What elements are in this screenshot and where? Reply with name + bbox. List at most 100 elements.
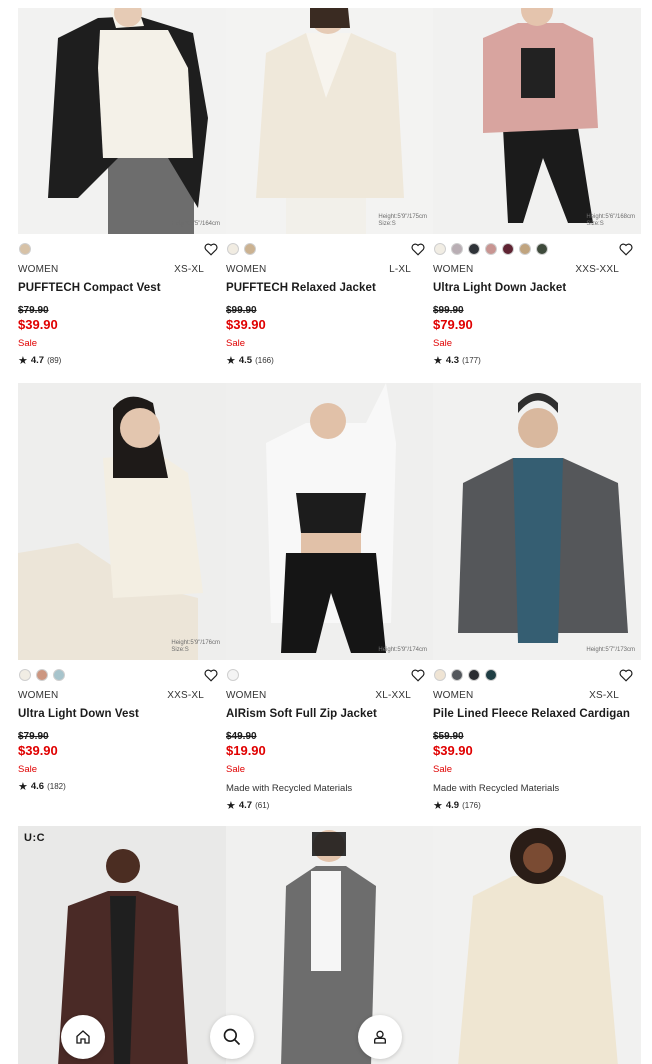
color-swatches <box>433 242 641 256</box>
gender-label: WOMEN <box>18 690 59 701</box>
color-swatch[interactable] <box>227 243 239 255</box>
product-grid-row-2: Height:5'9"/176cm Size:S WOMEN XXS-XL Ultr… <box>18 383 641 826</box>
sale-price: $19.90 <box>226 743 266 758</box>
star-icon: ★ <box>433 800 443 812</box>
product-name[interactable]: PUFFTECH Relaxed Jacket <box>226 282 433 294</box>
star-icon: ★ <box>226 800 236 812</box>
product-image[interactable] <box>226 826 433 1064</box>
color-swatches <box>226 242 433 256</box>
search-button[interactable] <box>210 1015 254 1059</box>
gender-label: WOMEN <box>18 264 59 275</box>
rating: ★ 4.6 (182) <box>18 781 66 793</box>
uc-badge: U:C <box>24 832 46 844</box>
product-card[interactable]: U:C <box>18 826 226 1064</box>
rating: ★ 4.9 (176) <box>433 800 481 812</box>
original-price: $79.90 <box>18 305 49 316</box>
favorite-heart-icon[interactable] <box>204 243 218 256</box>
sale-label: Sale <box>18 764 38 775</box>
gender-label: WOMEN <box>226 690 267 701</box>
product-grid-row-3: U:C <box>18 826 641 1064</box>
product-card[interactable] <box>226 826 433 1064</box>
color-swatch[interactable] <box>485 669 497 681</box>
color-swatches <box>226 668 433 682</box>
color-swatch[interactable] <box>536 243 548 255</box>
sale-label: Sale <box>433 338 453 349</box>
favorite-heart-icon[interactable] <box>204 669 218 682</box>
search-icon <box>223 1028 241 1046</box>
product-image[interactable]: Height:5'9"/175cm Size:S <box>226 8 433 234</box>
star-icon: ★ <box>226 355 236 367</box>
color-swatch[interactable] <box>19 243 31 255</box>
sale-price: $39.90 <box>226 317 266 332</box>
color-swatch[interactable] <box>451 243 463 255</box>
product-card[interactable]: Height:5'7"/173cm WOMEN XS-XL Pile Lined … <box>433 383 641 826</box>
user-icon <box>374 1030 386 1044</box>
color-swatch[interactable] <box>19 669 31 681</box>
product-name[interactable]: AIRism Soft Full Zip Jacket <box>226 708 433 720</box>
account-button[interactable] <box>358 1015 402 1059</box>
product-image[interactable]: Height:5'7"/173cm <box>433 383 641 660</box>
original-price: $99.90 <box>226 305 257 316</box>
favorite-heart-icon[interactable] <box>411 669 425 682</box>
home-button[interactable] <box>61 1015 105 1059</box>
size-range: XXS-XL <box>167 690 204 701</box>
product-name[interactable]: Ultra Light Down Vest <box>18 708 226 720</box>
color-swatch[interactable] <box>227 669 239 681</box>
color-swatch[interactable] <box>468 669 480 681</box>
size-range: XS-XL <box>174 264 204 275</box>
size-range: XS-XL <box>589 690 619 701</box>
product-grid-row-1: Height:5'5"/164cm WOMEN XS-XL PUFFTECH Co… <box>18 8 641 383</box>
home-icon <box>76 1030 90 1044</box>
color-swatch[interactable] <box>502 243 514 255</box>
star-icon: ★ <box>433 355 443 367</box>
favorite-heart-icon[interactable] <box>619 669 633 682</box>
product-image[interactable]: Height:5'9"/176cm Size:S <box>18 383 226 660</box>
star-icon: ★ <box>18 781 28 793</box>
size-range: XL-XXL <box>375 690 411 701</box>
product-image[interactable] <box>433 826 641 1064</box>
product-image[interactable]: U:C <box>18 826 226 1064</box>
model-info: Height:5'5"/164cm <box>171 221 220 227</box>
gender-label: WOMEN <box>433 690 474 701</box>
sale-price: $39.90 <box>433 743 473 758</box>
product-card[interactable]: Height:5'9"/175cm Size:S WOMEN L-XL PUFFTE… <box>226 8 433 383</box>
recycled-materials-note: Made with Recycled Materials <box>433 783 560 794</box>
size-range: L-XL <box>389 264 411 275</box>
color-swatch[interactable] <box>244 243 256 255</box>
color-swatches <box>433 668 641 682</box>
color-swatch[interactable] <box>434 669 446 681</box>
product-card[interactable]: Height:5'9"/174cm WOMEN XL-XXL AIRism Sof… <box>226 383 433 826</box>
product-card[interactable]: Height:5'6"/168cm Size:S WOMEN XXS-XXL Ult… <box>433 8 641 383</box>
recycled-materials-note: Made with Recycled Materials <box>226 783 353 794</box>
product-name[interactable]: PUFFTECH Compact Vest <box>18 282 226 294</box>
product-image[interactable]: Height:5'5"/164cm <box>18 8 226 234</box>
product-name[interactable]: Pile Lined Fleece Relaxed Cardigan <box>433 708 641 720</box>
product-image[interactable]: Height:5'9"/174cm <box>226 383 433 660</box>
rating: ★ 4.7 (61) <box>226 800 270 812</box>
color-swatch[interactable] <box>485 243 497 255</box>
original-price: $99.90 <box>433 305 464 316</box>
product-card[interactable] <box>433 826 641 1064</box>
product-name[interactable]: Ultra Light Down Jacket <box>433 282 641 294</box>
color-swatches <box>18 242 226 256</box>
color-swatch[interactable] <box>53 669 65 681</box>
product-card[interactable]: Height:5'5"/164cm WOMEN XS-XL PUFFTECH Co… <box>18 8 226 383</box>
sale-label: Sale <box>226 764 246 775</box>
sale-label: Sale <box>226 338 246 349</box>
sale-label: Sale <box>18 338 38 349</box>
color-swatch[interactable] <box>468 243 480 255</box>
model-info: Height:5'9"/175cm Size:S <box>378 214 427 227</box>
favorite-heart-icon[interactable] <box>411 243 425 256</box>
size-range: XXS-XXL <box>575 264 619 275</box>
sale-label: Sale <box>433 764 453 775</box>
color-swatch[interactable] <box>434 243 446 255</box>
model-info: Height:5'6"/168cm Size:S <box>586 214 635 227</box>
original-price: $59.90 <box>433 731 464 742</box>
color-swatch[interactable] <box>36 669 48 681</box>
original-price: $79.90 <box>18 731 49 742</box>
color-swatch[interactable] <box>451 669 463 681</box>
color-swatch[interactable] <box>519 243 531 255</box>
product-image[interactable]: Height:5'6"/168cm Size:S <box>433 8 641 234</box>
product-card[interactable]: Height:5'9"/176cm Size:S WOMEN XXS-XL Ultr… <box>18 383 226 826</box>
favorite-heart-icon[interactable] <box>619 243 633 256</box>
